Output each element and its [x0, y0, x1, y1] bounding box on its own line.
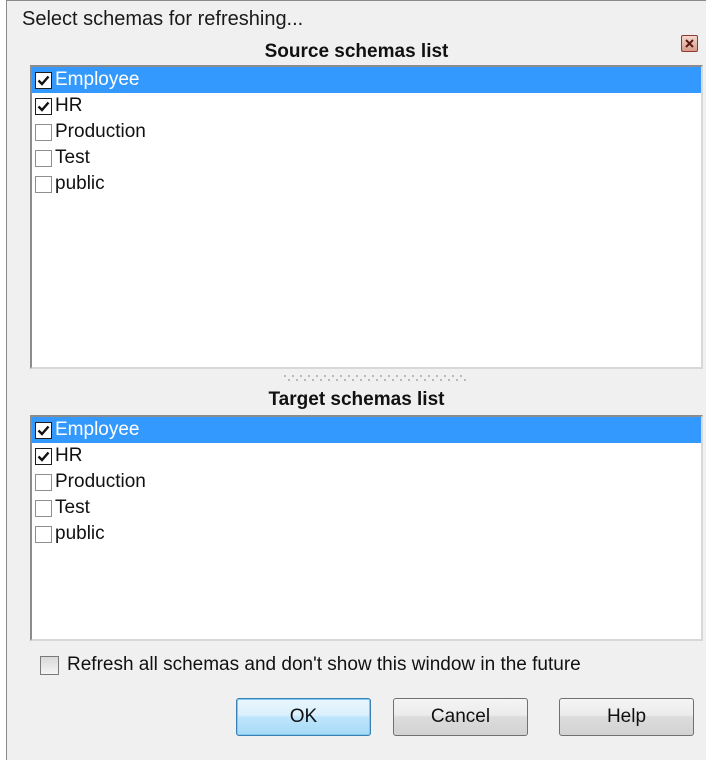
checkmark-icon	[37, 451, 50, 462]
schema-list-item[interactable]: HR	[32, 443, 701, 469]
schema-list-item[interactable]: public	[32, 521, 701, 547]
schema-list-item[interactable]: public	[32, 171, 701, 197]
schema-label: HR	[55, 445, 83, 466]
target-list-title: Target schemas list	[268, 389, 445, 410]
schema-checkbox[interactable]	[35, 97, 52, 115]
schema-list-item[interactable]: Production	[32, 469, 701, 495]
refresh-all-checkbox[interactable]	[40, 655, 59, 675]
schema-list-item[interactable]: Employee	[32, 417, 701, 443]
schema-checkbox[interactable]	[35, 499, 52, 517]
help-button[interactable]: Help	[559, 698, 694, 736]
schema-label: public	[55, 173, 105, 194]
schema-label: Employee	[55, 69, 140, 90]
schema-list-item[interactable]: Test	[32, 145, 701, 171]
dialog-title: Select schemas for refreshing...	[22, 8, 304, 30]
schema-list-item[interactable]: Test	[32, 495, 701, 521]
source-list-title: Source schemas list	[264, 41, 449, 62]
schema-label: HR	[55, 95, 83, 116]
checkmark-icon	[37, 101, 50, 112]
schema-label: Test	[55, 147, 90, 168]
dialog-window: Select schemas for refreshing... Source …	[6, 0, 706, 760]
schema-list-item[interactable]: Production	[32, 119, 701, 145]
checkmark-icon	[37, 75, 50, 86]
cancel-button[interactable]: Cancel	[393, 698, 528, 736]
schema-list-item[interactable]: Employee	[32, 67, 701, 93]
schema-checkbox[interactable]	[35, 71, 52, 89]
schema-checkbox[interactable]	[35, 123, 52, 141]
schema-checkbox[interactable]	[35, 149, 52, 167]
schema-label: Production	[55, 471, 146, 492]
source-schemas-list[interactable]: Employee HR Production Test public	[30, 65, 703, 369]
ok-button[interactable]: OK	[236, 698, 371, 736]
target-schemas-list[interactable]: Employee HR Production Test public	[30, 415, 703, 641]
schema-checkbox[interactable]	[35, 175, 52, 193]
refresh-all-label: Refresh all schemas and don't show this …	[67, 654, 581, 675]
schema-label: Employee	[55, 419, 140, 440]
schema-label: Production	[55, 121, 146, 142]
schema-checkbox[interactable]	[35, 525, 52, 543]
splitter-handle[interactable]	[277, 373, 477, 383]
schema-checkbox[interactable]	[35, 421, 52, 439]
checkmark-icon	[37, 425, 50, 436]
schema-checkbox[interactable]	[35, 447, 52, 465]
schema-checkbox[interactable]	[35, 473, 52, 491]
schema-label: public	[55, 523, 105, 544]
refresh-all-option[interactable]: Refresh all schemas and don't show this …	[40, 654, 581, 676]
schema-label: Test	[55, 497, 90, 518]
schema-list-item[interactable]: HR	[32, 93, 701, 119]
title-bar: Select schemas for refreshing...	[7, 1, 706, 34]
